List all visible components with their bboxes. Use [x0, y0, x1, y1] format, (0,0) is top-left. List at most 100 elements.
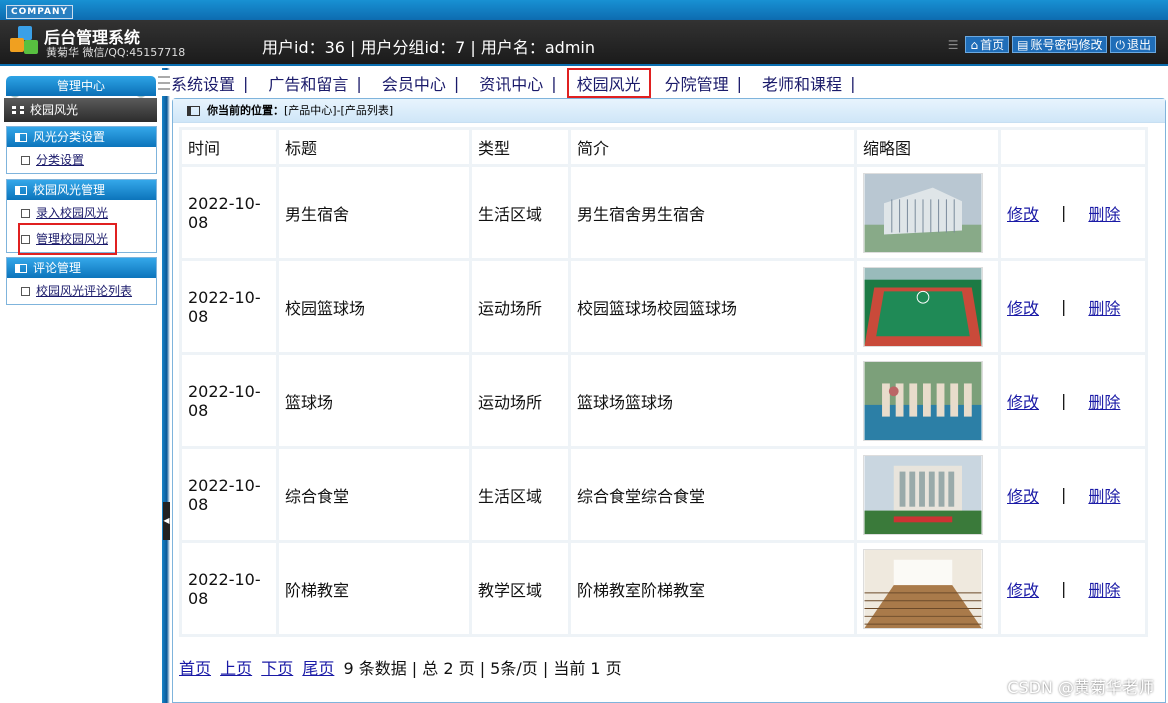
first-page-link[interactable]: 首页: [179, 659, 211, 678]
table-row: 2022-10-08 阶梯教室 教学区域 阶梯教室阶梯教室 修改 | 删除: [182, 543, 1145, 634]
thumbnail-image: [863, 454, 992, 535]
page-icon: [21, 209, 30, 218]
page-icon: [21, 287, 30, 296]
cell-title: 篮球场: [279, 355, 469, 446]
tab-campus-scenery[interactable]: 校园风光: [566, 68, 651, 98]
nav-bars-icon: [158, 76, 170, 90]
group-header[interactable]: 风光分类设置: [7, 127, 156, 147]
action-separator: |: [1061, 203, 1067, 222]
cell-intro: 男生宿舍男生宿舍: [571, 167, 854, 258]
menu-icon: ☰: [947, 37, 959, 52]
breadcrumb-label: 你当前的位置：: [207, 104, 284, 117]
logout-button[interactable]: ⏻ 退出: [1110, 36, 1156, 53]
grid-icon: [12, 106, 24, 114]
pagination: 首页 上页 下页 尾页 9 条数据 | 总 2 页 | 5条/页 | 当前 1 …: [179, 655, 622, 679]
cell-actions: 修改 | 删除: [1001, 543, 1145, 634]
cell-type: 运动场所: [472, 261, 568, 352]
table-row: 2022-10-08 篮球场 运动场所 篮球场篮球场 修改 | 删除: [182, 355, 1145, 446]
panel-icon: [15, 264, 27, 273]
delete-link[interactable]: 删除: [1088, 201, 1120, 225]
page-icon: [21, 156, 30, 165]
header-top-bar: [0, 0, 1168, 20]
pager-info: 9 条数据 | 总 2 页 | 5条/页 | 当前 1 页: [343, 659, 622, 678]
last-page-link[interactable]: 尾页: [302, 659, 334, 678]
prev-page-link[interactable]: 上页: [220, 659, 252, 678]
cell-date: 2022-10-08: [182, 543, 276, 634]
tab-news-center[interactable]: 资讯中心 |: [467, 71, 564, 95]
edit-link[interactable]: 修改: [1007, 389, 1039, 413]
edit-link[interactable]: 修改: [1007, 577, 1039, 601]
delete-link[interactable]: 删除: [1088, 577, 1120, 601]
cell-thumbnail: [857, 167, 998, 258]
cell-actions: 修改 | 删除: [1001, 167, 1145, 258]
company-logo: COMPANY: [6, 5, 73, 19]
column-header: 缩略图: [857, 130, 998, 164]
app-header: COMPANY 后台管理系统 黄菊华 微信/QQ:45157718 用户id：3…: [0, 0, 1168, 66]
column-header: [1001, 130, 1145, 164]
cell-title: 综合食堂: [279, 449, 469, 540]
delete-link[interactable]: 删除: [1088, 389, 1120, 413]
delete-link[interactable]: 删除: [1088, 295, 1120, 319]
edit-link[interactable]: 修改: [1007, 201, 1039, 225]
system-subtitle: 黄菊华 微信/QQ:45157718: [46, 46, 186, 59]
tab-system-settings[interactable]: 系统设置 |: [171, 71, 256, 95]
breadcrumb-path: [产品中心]-[产品列表]: [284, 104, 394, 117]
sidebar-divider: [162, 68, 170, 703]
sidebar-group-comments: 评论管理 校园风光评论列表: [6, 257, 157, 305]
breadcrumb: 你当前的位置：[产品中心]-[产品列表]: [173, 99, 1165, 123]
cell-title: 阶梯教室: [279, 543, 469, 634]
cell-date: 2022-10-08: [182, 355, 276, 446]
change-password-button[interactable]: ▤ 账号密码修改: [1012, 36, 1108, 53]
thumbnail-image: [863, 266, 992, 347]
cell-thumbnail: [857, 543, 998, 634]
watermark: CSDN @黄菊华老师: [1007, 678, 1154, 697]
cell-date: 2022-10-08: [182, 167, 276, 258]
cell-actions: 修改 | 删除: [1001, 261, 1145, 352]
panel-icon: [15, 133, 27, 142]
tab-branch-management[interactable]: 分院管理 |: [659, 71, 750, 95]
tab-teachers-courses[interactable]: 老师和课程 |: [750, 71, 863, 95]
sidebar-item-category-settings[interactable]: 分类设置: [7, 147, 156, 173]
header-links: ☰ ⌂ 首页 ▤ 账号密码修改 ⏻ 退出: [948, 36, 1156, 53]
collapse-sidebar-handle[interactable]: ◀: [163, 502, 170, 540]
account-icon: ▤: [1017, 37, 1029, 52]
sidebar-item-comment-list[interactable]: 校园风光评论列表: [7, 278, 156, 304]
action-separator: |: [1061, 579, 1067, 598]
group-header[interactable]: 校园风光管理: [7, 180, 156, 200]
thumbnail-image: [863, 172, 992, 253]
tab-member-center[interactable]: 会员中心 |: [370, 71, 467, 95]
column-header: 类型: [472, 130, 568, 164]
sidebar: 管理中心 校园风光 风光分类设置 分类设置 校园风光管理 录入校园风光 管理校园…: [0, 68, 162, 703]
tab-ads-messages[interactable]: 广告和留言 |: [256, 71, 369, 95]
cell-intro: 校园篮球场校园篮球场: [571, 261, 854, 352]
next-page-link[interactable]: 下页: [261, 659, 293, 678]
cell-type: 生活区域: [472, 449, 568, 540]
action-separator: |: [1061, 391, 1067, 410]
cell-date: 2022-10-08: [182, 449, 276, 540]
table-header-row: 时间 标题 类型 简介 缩略图: [182, 130, 1145, 164]
delete-link[interactable]: 删除: [1088, 483, 1120, 507]
sidebar-head: 管理中心: [6, 76, 156, 96]
logo-cubes-icon: [8, 24, 42, 58]
cell-date: 2022-10-08: [182, 261, 276, 352]
cell-intro: 篮球场篮球场: [571, 355, 854, 446]
power-icon: ⏻: [1115, 37, 1125, 52]
edit-link[interactable]: 修改: [1007, 483, 1039, 507]
cell-title: 校园篮球场: [279, 261, 469, 352]
edit-link[interactable]: 修改: [1007, 295, 1039, 319]
panel-icon: [15, 186, 27, 195]
action-separator: |: [1061, 485, 1067, 504]
panel-icon: [187, 106, 200, 116]
cell-intro: 阶梯教室阶梯教室: [571, 543, 854, 634]
cell-type: 教学区域: [472, 543, 568, 634]
home-button[interactable]: ⌂ 首页: [965, 36, 1010, 53]
cell-title: 男生宿舍: [279, 167, 469, 258]
group-header[interactable]: 评论管理: [7, 258, 156, 278]
user-info: 用户id：36 | 用户分组id：7 | 用户名：admin: [262, 38, 596, 57]
cell-type: 生活区域: [472, 167, 568, 258]
product-table: 时间 标题 类型 简介 缩略图 2022-10-08 男生宿舍 生活区域 男生宿舍男生…: [179, 127, 1148, 637]
main-panel: 你当前的位置：[产品中心]-[产品列表] 时间 标题 类型 简介 缩略图 202…: [172, 98, 1166, 703]
cell-intro: 综合食堂综合食堂: [571, 449, 854, 540]
sidebar-group-category: 风光分类设置 分类设置: [6, 126, 157, 174]
table-row: 2022-10-08 校园篮球场 运动场所 校园篮球场校园篮球场 修改 | 删除: [182, 261, 1145, 352]
